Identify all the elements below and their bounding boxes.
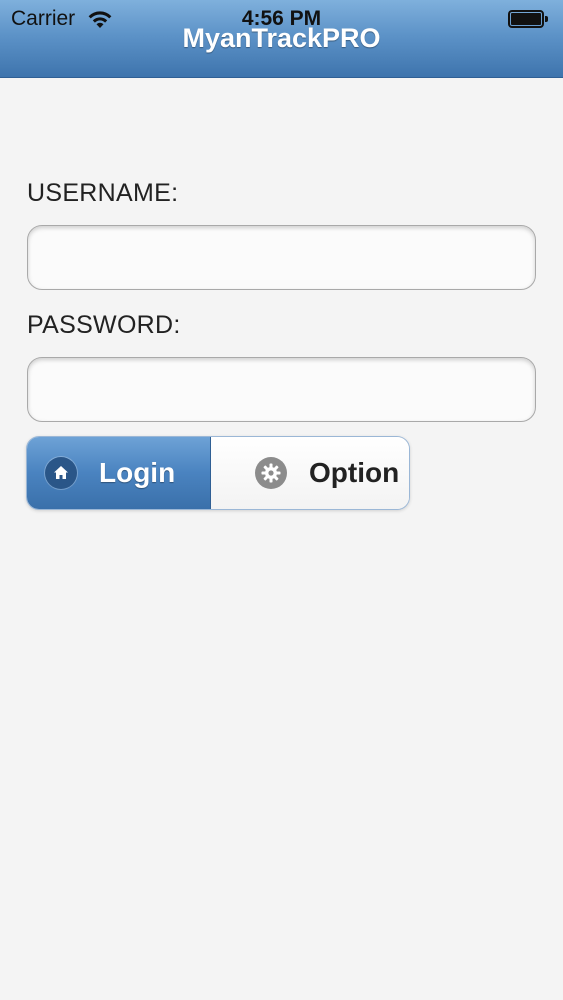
password-field[interactable] — [27, 357, 536, 422]
option-label: Option — [309, 457, 400, 488]
page-title: MyanTrackPRO — [182, 23, 381, 53]
option-button[interactable]: Option — [211, 437, 409, 509]
username-field[interactable] — [27, 225, 536, 290]
login-button[interactable]: Login — [27, 437, 211, 509]
home-icon — [45, 457, 77, 489]
nav-header: Carrier 4:56 PM MyanTrackPRO — [0, 0, 563, 78]
username-label: USERNAME: — [27, 179, 179, 207]
action-button-group: Login Option — [26, 436, 410, 510]
password-label: PASSWORD: — [27, 311, 181, 339]
login-label: Login — [99, 457, 176, 488]
gear-icon — [255, 457, 287, 489]
